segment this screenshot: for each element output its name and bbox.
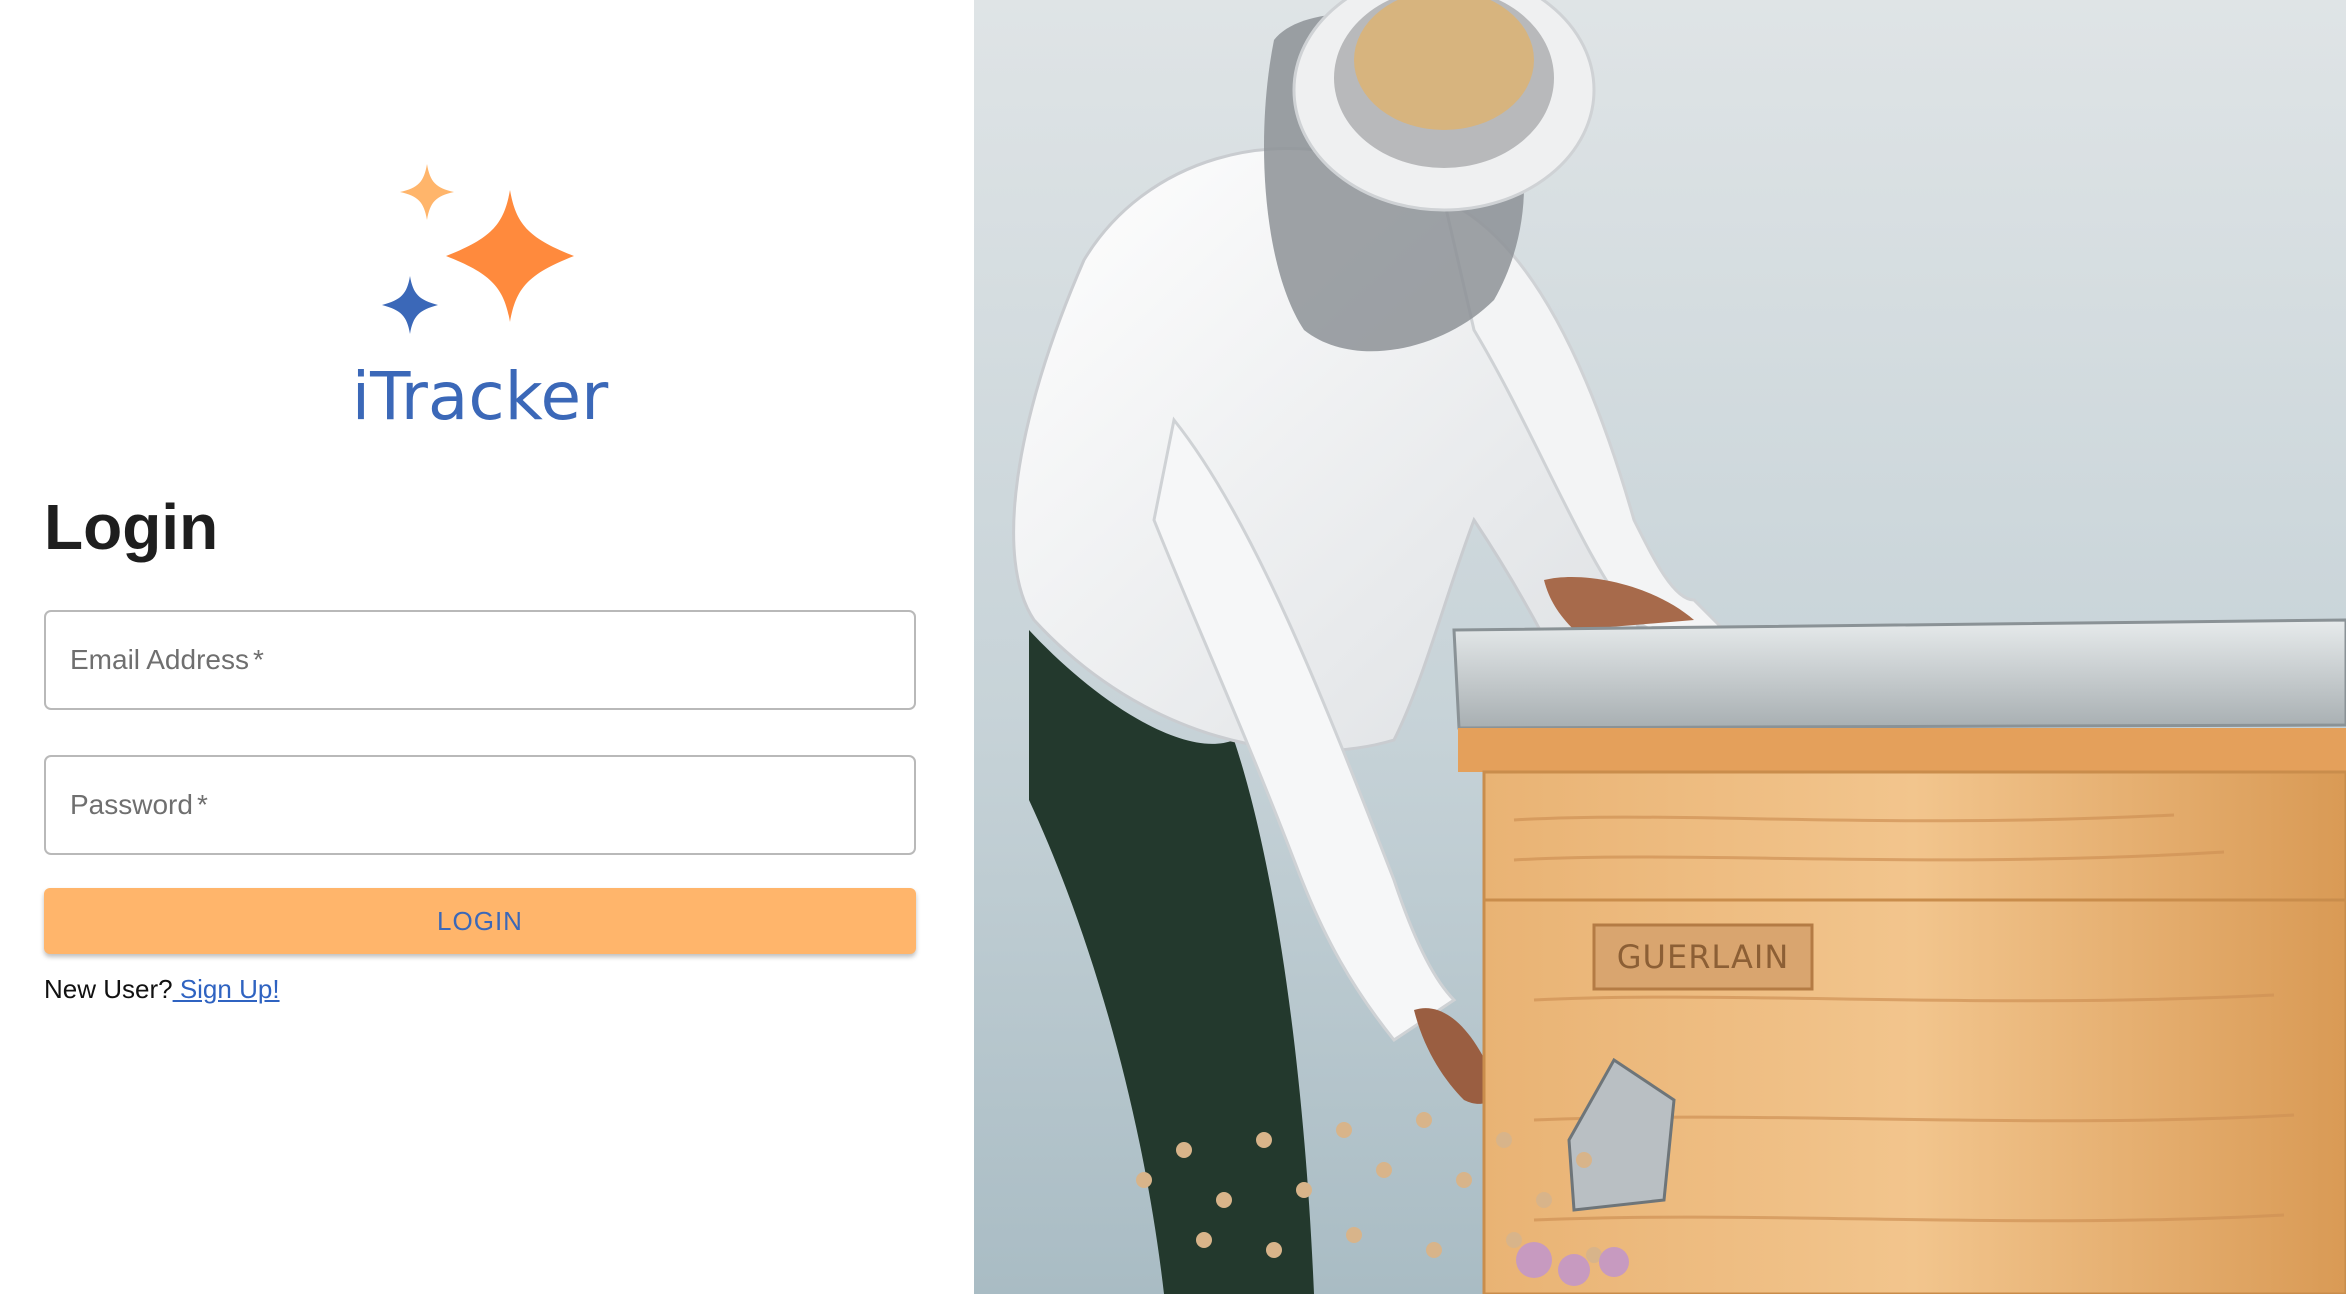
brand-name: iTracker	[351, 358, 609, 435]
hive-trim	[1458, 728, 2346, 772]
small-star-shape	[400, 164, 454, 220]
password-field[interactable]: Password *	[44, 755, 916, 855]
page-title: Login	[44, 491, 219, 563]
signup-link[interactable]: Sign Up!	[173, 974, 280, 1004]
email-input[interactable]	[46, 612, 914, 708]
blue-star-shape	[382, 276, 438, 334]
hive-lid	[1452, 618, 2346, 730]
hive-upper-box	[1482, 770, 2346, 902]
beekeeper-at-hive-photo: GUERLAIN	[974, 0, 2346, 1294]
new-user-text: New User?	[44, 974, 173, 1004]
sparkles-logo-icon	[382, 164, 574, 334]
big-star-shape	[446, 190, 574, 322]
login-panel: iTracker Login Email Address * Password * …	[0, 0, 974, 1294]
email-field[interactable]: Email Address *	[44, 610, 916, 710]
login-button[interactable]: LOGIN	[44, 888, 916, 954]
login-page: iTracker Login Email Address * Password * …	[0, 0, 2346, 1294]
hero-image: GUERLAIN	[974, 0, 2346, 1294]
signup-prompt: New User? Sign Up!	[44, 974, 280, 1005]
hive-brand-text: GUERLAIN	[1617, 938, 1790, 976]
brand-logo: iTracker	[350, 158, 610, 438]
password-input[interactable]	[46, 757, 914, 853]
